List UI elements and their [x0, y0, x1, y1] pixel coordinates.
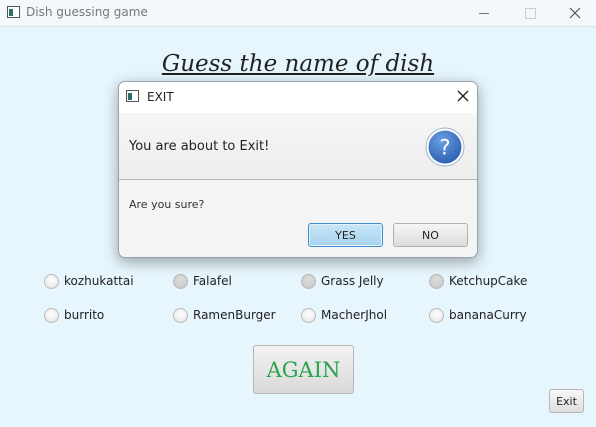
option-label: Falafel: [193, 274, 232, 288]
radio-button[interactable]: [429, 307, 444, 323]
minimize-icon: [479, 12, 489, 14]
option-falafel[interactable]: Falafel: [173, 272, 232, 290]
option-banana-curry[interactable]: bananaCurry: [429, 306, 527, 324]
option-label: burrito: [64, 308, 105, 322]
radio-button[interactable]: [173, 307, 188, 323]
option-burrito[interactable]: burrito: [44, 306, 104, 324]
option-macher-jhol[interactable]: MacherJhol: [301, 306, 387, 324]
dialog-title: EXIT: [147, 90, 174, 104]
dialog-window-icon: [126, 90, 139, 102]
radio-button[interactable]: [301, 307, 316, 323]
dialog-message: Are you sure?: [129, 198, 205, 211]
question-icon: ?: [425, 127, 465, 167]
page-title: Guess the name of dish: [161, 51, 435, 77]
dialog-header-text: You are about to Exit!: [129, 139, 270, 154]
svg-text:?: ?: [439, 136, 450, 160]
yes-button[interactable]: YES: [308, 223, 383, 247]
maximize-button[interactable]: [507, 0, 553, 26]
again-button[interactable]: AGAIN: [253, 345, 354, 394]
radio-button[interactable]: [44, 307, 59, 323]
option-ketchup-cake[interactable]: KetchupCake: [429, 272, 527, 290]
exit-confirm-dialog: EXIT You are about to Exit! ? Are you su…: [118, 81, 478, 258]
option-label: bananaCurry: [449, 308, 527, 322]
minimize-button[interactable]: [461, 0, 507, 26]
window-titlebar: Dish guessing game: [0, 0, 596, 27]
radio-button[interactable]: [173, 273, 188, 289]
close-icon: [569, 7, 581, 19]
app-window-icon: [7, 6, 20, 18]
option-grass-jelly[interactable]: Grass Jelly: [301, 272, 384, 290]
option-label: MacherJhol: [321, 308, 388, 322]
exit-button[interactable]: Exit: [549, 389, 584, 413]
no-button[interactable]: NO: [393, 223, 468, 247]
option-kozhukattai[interactable]: kozhukattai: [44, 272, 134, 290]
radio-button[interactable]: [301, 273, 316, 289]
close-icon[interactable]: [457, 90, 469, 102]
option-label: KetchupCake: [449, 274, 528, 288]
option-label: RamenBurger: [193, 308, 276, 322]
radio-button[interactable]: [44, 273, 59, 289]
radio-button[interactable]: [429, 273, 444, 289]
option-label: kozhukattai: [64, 274, 134, 288]
option-label: Grass Jelly: [321, 274, 384, 288]
close-button[interactable]: [552, 0, 596, 26]
dialog-titlebar: EXIT: [119, 82, 477, 113]
maximize-icon: [524, 7, 536, 19]
window-title: Dish guessing game: [26, 5, 148, 19]
dialog-header: You are about to Exit! ?: [119, 113, 477, 180]
option-ramen-burger[interactable]: RamenBurger: [173, 306, 276, 324]
